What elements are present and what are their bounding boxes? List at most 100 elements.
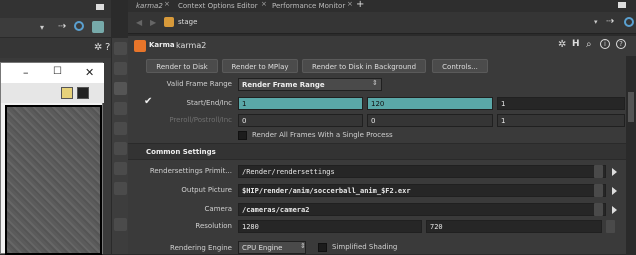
close-icon[interactable]: × — [261, 0, 267, 8]
path-bar: ◀ ▶ stage ▾ ⇢ — [128, 12, 636, 34]
tool-icon-9[interactable] — [114, 218, 127, 231]
help-icon[interactable]: ? — [616, 39, 626, 49]
tool-icon-2[interactable] — [114, 62, 127, 75]
postroll-field: 0 — [367, 114, 493, 127]
lock-icon[interactable] — [114, 82, 127, 95]
chevron-down-icon[interactable] — [594, 165, 603, 178]
minimize-icon[interactable]: – — [23, 66, 29, 79]
window-toolbar — [1, 83, 104, 103]
file-browse-icon[interactable] — [612, 187, 617, 195]
left-pane-toolbar: ▾ ⇢ — [0, 18, 111, 38]
valid-frame-range-label: Valid Frame Range — [166, 80, 232, 88]
pane-menu-icon[interactable] — [618, 2, 626, 8]
target-icon[interactable] — [624, 17, 634, 27]
chevron-down-icon[interactable] — [594, 203, 603, 216]
node-name-field[interactable]: karma2 — [176, 41, 206, 50]
pin-icon[interactable]: ⇢ — [58, 21, 66, 32]
rendering-engine-label: Rendering Engine — [170, 244, 232, 252]
resolution-label: Resolution — [195, 222, 232, 230]
viewer-icon[interactable] — [92, 21, 104, 33]
gear-icon[interactable]: ✲ — [558, 39, 566, 50]
tool-icon-8[interactable] — [114, 182, 127, 195]
render-buttons: Render to Disk Render to MPlay Render to… — [128, 56, 636, 76]
grid-icon[interactable] — [77, 87, 89, 99]
end-frame-field[interactable]: 120 — [367, 97, 493, 110]
close-icon[interactable]: ✕ — [85, 66, 94, 79]
controls-button[interactable]: Controls... — [432, 59, 488, 73]
render-to-mplay-button[interactable]: Render to MPlay — [222, 59, 298, 73]
close-icon[interactable]: × — [347, 0, 353, 8]
chevron-down-icon[interactable] — [594, 184, 603, 197]
output-picture-field[interactable]: $HIP/render/anim/soccerball_anim_$F2.exr — [238, 184, 606, 197]
karma-node-icon — [134, 40, 146, 52]
simplified-shading-checkbox[interactable] — [318, 243, 327, 252]
tab-bar: karma2 × Context Options Editor × Perfor… — [128, 0, 636, 12]
preroll-postroll-label: Preroll/Postroll/Inc — [169, 116, 232, 124]
simplified-shading-label: Simplified Shading — [332, 243, 398, 251]
target-icon[interactable] — [74, 21, 84, 31]
camera-label: Camera — [204, 205, 232, 213]
hda-icon[interactable]: H — [572, 39, 580, 49]
tab-context-options-editor[interactable]: Context Options Editor — [174, 1, 262, 12]
scrollbar[interactable] — [626, 56, 636, 254]
output-picture-label: Output Picture — [181, 186, 232, 194]
tab-performance-monitor[interactable]: Performance Monitor — [268, 1, 349, 12]
resolution-y-field[interactable]: 720 — [426, 220, 602, 233]
chevron-down-icon[interactable]: ▾ — [594, 18, 598, 26]
scrollbar-thumb[interactable] — [628, 92, 634, 122]
resolution-x-field[interactable]: 1280 — [238, 220, 422, 233]
jump-to-icon[interactable] — [612, 206, 617, 214]
left-pane: ▾ ⇢ ✲ ? – ☐ ✕ — [0, 0, 111, 255]
tool-icon-5[interactable] — [114, 122, 127, 135]
camera-field[interactable]: /cameras/camera2 — [238, 203, 606, 216]
left-pane-subbar: ✲ ? — [0, 38, 111, 58]
inc-frame-field[interactable]: 1 — [497, 97, 625, 110]
chevron-down-icon[interactable] — [606, 220, 615, 233]
add-tab-icon[interactable]: + — [356, 0, 364, 10]
parameter-panel: Valid Frame Range Render Frame Range ⇕ ✔… — [128, 76, 626, 254]
node-header: Karma karma2 ✲ H ⌕ i ? — [128, 36, 636, 56]
info-icon[interactable]: i — [600, 39, 610, 49]
close-icon[interactable]: × — [164, 0, 170, 8]
forward-icon[interactable]: ▶ — [150, 18, 156, 27]
single-process-checkbox[interactable] — [238, 131, 247, 140]
left-pane-tabbar — [0, 0, 111, 18]
tool-icon-1[interactable] — [114, 42, 127, 55]
node-type-label: Karma — [149, 41, 175, 49]
preroll-field: 0 — [238, 114, 363, 127]
start-frame-field[interactable]: 1 — [238, 97, 363, 110]
tool-icon-6[interactable] — [114, 142, 127, 155]
search-icon[interactable]: ⌕ — [586, 39, 592, 50]
preroll-inc-field: 1 — [497, 114, 625, 127]
single-process-label: Render All Frames With a Single Process — [252, 131, 393, 139]
checker-icon[interactable] — [61, 87, 73, 99]
jump-to-icon[interactable] — [612, 168, 617, 176]
pane-menu-icon[interactable] — [96, 4, 104, 10]
tool-icon-7[interactable] — [114, 162, 127, 175]
rendering-engine-menu[interactable]: CPU Engine — [238, 241, 306, 254]
maximize-icon[interactable]: ☐ — [53, 66, 62, 77]
tab-karma2[interactable]: karma2 — [132, 1, 167, 12]
render-image — [7, 107, 100, 253]
render-view[interactable] — [5, 105, 102, 255]
gear-icon[interactable]: ✲ — [94, 42, 102, 53]
rendersettings-field[interactable]: /Render/rendersettings — [238, 165, 606, 178]
menu-arrows-icon: ⇕ — [300, 242, 306, 250]
pin-icon[interactable]: ⇢ — [606, 16, 614, 27]
menu-arrows-icon: ⇕ — [372, 79, 378, 87]
stage-icon — [164, 17, 174, 27]
rendering-engine-value: CPU Engine — [242, 244, 283, 252]
common-settings-title: Common Settings — [146, 148, 216, 156]
chevron-down-icon[interactable]: ▾ — [40, 23, 46, 32]
common-settings-header[interactable]: Common Settings — [128, 143, 626, 160]
render-to-disk-button[interactable]: Render to Disk — [146, 59, 218, 73]
back-icon[interactable]: ◀ — [136, 18, 142, 27]
tool-icon-4[interactable] — [114, 102, 127, 115]
valid-frame-range-value: Render Frame Range — [242, 81, 325, 89]
path-label[interactable]: stage — [178, 18, 197, 26]
valid-frame-range-menu[interactable]: Render Frame Range — [238, 78, 382, 91]
render-to-disk-background-button[interactable]: Render to Disk in Background — [302, 59, 426, 73]
start-end-inc-label: Start/End/Inc — [186, 99, 232, 107]
floating-window: – ☐ ✕ — [0, 62, 104, 255]
help-icon[interactable]: ? — [105, 42, 110, 53]
